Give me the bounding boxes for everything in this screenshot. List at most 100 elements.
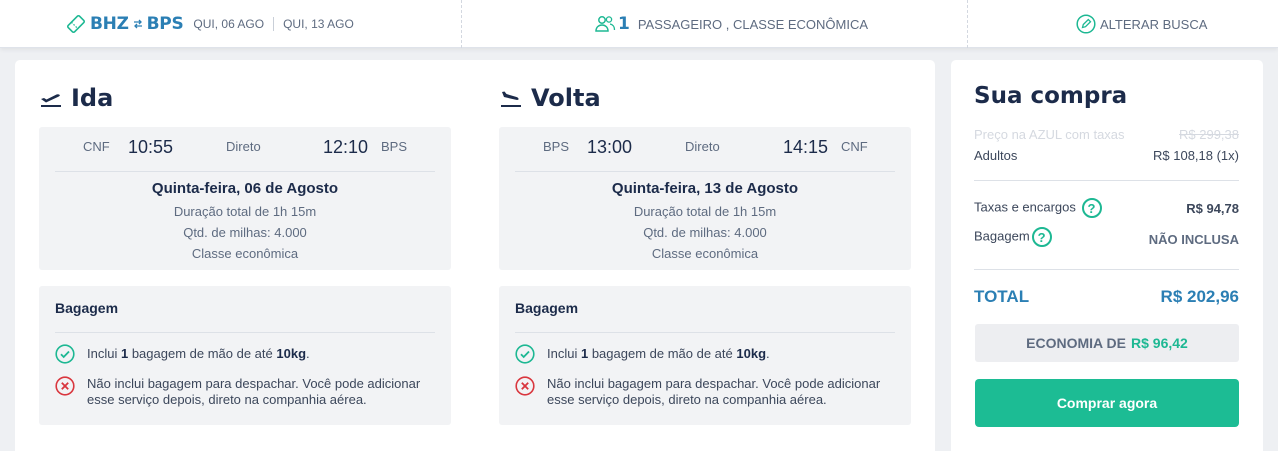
bag-weight: 10kg	[736, 346, 767, 361]
text: Inclui	[87, 346, 121, 361]
return-origin: BPS	[543, 139, 570, 154]
header-divider	[461, 0, 462, 48]
pencil-icon	[1076, 14, 1096, 34]
total-value: R$ 202,96	[1160, 287, 1239, 306]
return-flight-details: BPS 13:00 Direto 14:15 CNF Quinta-feira,…	[499, 127, 911, 270]
text: .	[766, 346, 770, 361]
text: .	[306, 346, 310, 361]
x-circle-icon	[55, 376, 75, 396]
baggage-label-wrap: Bagagem?	[974, 227, 1052, 247]
edit-search-button[interactable]: ALTERAR BUSCA	[1076, 12, 1207, 36]
savings-label: ECONOMIA DE	[1026, 335, 1126, 351]
return-destination: CNF	[841, 139, 868, 154]
divider	[974, 180, 1239, 181]
return-title-text: Volta	[531, 84, 601, 112]
text: Não inclui bagagem para despachar. Você …	[87, 376, 421, 391]
adults-price: R$ 108,18 (1x)	[1153, 148, 1239, 163]
flights-card: Ida CNF 10:55 Direto 12:10 BPS Quinta-fe…	[15, 60, 935, 451]
airplane-landing-icon	[501, 91, 521, 107]
outbound-miles: Qtd. de milhas: 4.000	[183, 225, 307, 240]
taxes-label: Taxas e encargos	[974, 199, 1076, 215]
return-cabin: Classe econômica	[651, 246, 759, 261]
return-duration: Duração total de 1h 15m	[633, 204, 777, 219]
outbound-stops: Direto	[226, 139, 261, 154]
return-date: QUI, 13 AGO	[283, 17, 354, 31]
carry-on-included: Inclui 1 bagagem de mão de até 10kg.	[55, 344, 310, 364]
search-summary-bar: BHZ BPS QUI, 06 AGO QUI, 13 AGO 1 PASSAG…	[0, 0, 1278, 48]
divider	[55, 171, 435, 172]
airplane-takeoff-icon	[41, 94, 61, 107]
baggage-title: Bagagem	[55, 300, 119, 316]
airline-price-label: Preço na AZUL com taxas	[974, 127, 1125, 142]
header-divider	[967, 0, 968, 48]
text: bagagem de mão de até	[588, 346, 737, 361]
outbound-title-text: Ida	[71, 84, 114, 112]
text: esse serviço depois, direto na companhia…	[547, 392, 827, 407]
outbound-cabin: Classe econômica	[191, 246, 299, 261]
checked-bag-excluded: Não inclui bagagem para despachar. Você …	[55, 376, 420, 408]
taxes-label-wrap: Taxas e encargos ?	[974, 198, 1102, 218]
outbound-departure-time: 10:55	[128, 137, 174, 157]
outbound-origin: CNF	[83, 139, 110, 154]
passenger-class-text: PASSAGEIRO , CLASSE ECONÔMICA	[637, 16, 869, 32]
x-circle-icon	[515, 376, 535, 396]
taxes-value: R$ 94,78	[1186, 201, 1239, 216]
passenger-icon	[595, 16, 616, 32]
passenger-count: 1	[618, 14, 630, 34]
savings-badge: ECONOMIA DE R$ 96,42	[975, 324, 1239, 362]
purchase-summary-card: Sua compra Preço na AZUL com taxas R$ 29…	[951, 60, 1263, 451]
summary-title: Sua compra	[974, 83, 1128, 109]
outbound-baggage-box: Bagagem Inclui 1 bagagem de mão de até 1…	[39, 286, 451, 425]
departure-date: QUI, 06 AGO	[193, 17, 265, 31]
destination-code: BPS	[146, 14, 184, 34]
outbound-destination: BPS	[381, 139, 408, 154]
baggage-title: Bagagem	[515, 300, 579, 316]
text: Não inclui bagagem para despachar. Você …	[547, 376, 881, 391]
return-stops: Direto	[685, 139, 720, 154]
route-summary: BHZ BPS QUI, 06 AGO QUI, 13 AGO	[66, 12, 354, 36]
carry-on-text: Inclui 1 bagagem de mão de até 10kg.	[87, 344, 310, 362]
origin-code: BHZ	[90, 14, 129, 34]
outbound-title: Ida	[39, 84, 113, 112]
adults-label: Adultos	[974, 148, 1018, 163]
outbound-flight-details: CNF 10:55 Direto 12:10 BPS Quinta-feira,…	[39, 127, 451, 270]
return-date: Quinta-feira, 13 de Agosto	[611, 180, 799, 197]
divider	[515, 332, 895, 333]
return-baggage-box: Bagagem Inclui 1 bagagem de mão de até 1…	[499, 286, 911, 425]
swap-arrows-icon	[133, 19, 142, 29]
text: bagagem de mão de até	[128, 346, 277, 361]
baggage-label: Bagagem	[974, 228, 1030, 244]
checked-bag-text: Não inclui bagagem para despachar. Você …	[547, 376, 880, 408]
date-separator	[273, 17, 275, 31]
carry-on-included: Inclui 1 bagagem de mão de até 10kg.	[515, 344, 770, 364]
checked-bag-text: Não inclui bagagem para despachar. Você …	[87, 376, 420, 408]
outbound-duration: Duração total de 1h 15m	[173, 204, 317, 219]
check-circle-icon	[55, 344, 75, 364]
divider	[515, 171, 895, 172]
help-icon[interactable]: ?	[1031, 227, 1052, 247]
return-arrival-time: 14:15	[783, 137, 829, 157]
help-icon[interactable]: ?	[1081, 198, 1102, 218]
total-label: TOTAL	[974, 287, 1030, 306]
airline-price-value: R$ 299,38	[1179, 127, 1239, 142]
passenger-summary: 1 PASSAGEIRO , CLASSE ECONÔMICA	[594, 12, 868, 36]
divider	[974, 269, 1239, 270]
baggage-value: NÃO INCLUSA	[1148, 232, 1239, 247]
savings-value: R$ 96,42	[1131, 335, 1188, 351]
return-title: Volta	[499, 84, 601, 112]
text: esse serviço depois, direto na companhia…	[87, 392, 367, 407]
return-miles: Qtd. de milhas: 4.000	[643, 225, 767, 240]
total-row: TOTAL R$ 202,96	[974, 287, 1239, 307]
divider	[55, 332, 435, 333]
text: Inclui	[547, 346, 581, 361]
buy-now-button[interactable]: Comprar agora	[975, 379, 1239, 427]
outbound-date: Quinta-feira, 06 de Agosto	[151, 180, 339, 197]
outbound-arrival-time: 12:10	[323, 137, 369, 157]
bag-weight: 10kg	[276, 346, 307, 361]
check-circle-icon	[515, 344, 535, 364]
checked-bag-excluded: Não inclui bagagem para despachar. Você …	[515, 376, 880, 408]
carry-on-text: Inclui 1 bagagem de mão de até 10kg.	[547, 344, 770, 362]
return-departure-time: 13:00	[587, 137, 633, 157]
edit-search-label: ALTERAR BUSCA	[1100, 16, 1208, 32]
ticket-icon	[66, 14, 86, 34]
